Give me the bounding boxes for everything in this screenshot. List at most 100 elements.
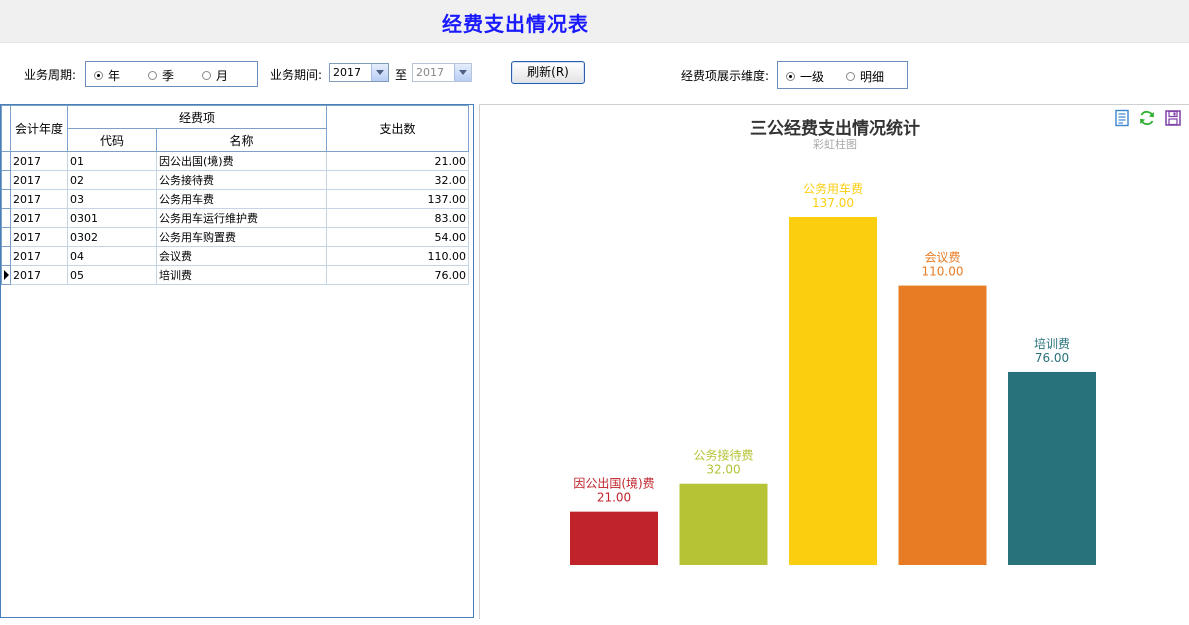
table-row[interactable]: 2017 02 公务接待费 32.00 <box>1 170 469 190</box>
table-row[interactable]: 2017 05 培训费 76.00 <box>1 265 469 285</box>
to-year-value: 2017 <box>416 66 444 79</box>
radio-quarter[interactable]: 季 <box>148 67 174 84</box>
chevron-down-icon[interactable] <box>454 64 471 81</box>
to-year-select[interactable]: 2017 <box>412 63 472 82</box>
refresh-button[interactable]: 刷新(R) <box>511 61 585 84</box>
dimension-radio-group: 一级 明细 <box>777 61 908 89</box>
period-radio-group: 年 季 月 <box>85 61 258 87</box>
cell-name: 公务接待费 <box>156 170 327 190</box>
title-bar: 经费支出情况表 <box>0 0 1189 43</box>
cell-code: 0302 <box>67 227 157 247</box>
cell-amount: 76.00 <box>326 265 469 285</box>
chevron-down-icon[interactable] <box>371 64 388 81</box>
row-indicator[interactable] <box>1 151 11 171</box>
radio-dot <box>94 71 103 80</box>
bar-4[interactable] <box>1008 371 1096 565</box>
cell-code: 0301 <box>67 208 157 228</box>
col-header-year[interactable]: 会计年度 <box>10 105 68 152</box>
cell-code: 04 <box>67 246 157 266</box>
bar-1[interactable] <box>679 483 768 565</box>
bar-category-label: 公务接待费 <box>693 448 753 463</box>
radio-label: 月 <box>216 69 229 83</box>
row-indicator[interactable] <box>1 208 11 228</box>
table-row[interactable]: 2017 04 会议费 110.00 <box>1 246 469 266</box>
cell-amount: 137.00 <box>326 189 469 209</box>
data-view-icon[interactable] <box>1113 109 1131 127</box>
cell-year: 2017 <box>10 170 68 190</box>
col-header-name[interactable]: 名称 <box>156 128 327 152</box>
cell-name: 培训费 <box>156 265 327 285</box>
row-indicator[interactable] <box>1 265 11 285</box>
radio-detail[interactable]: 明细 <box>846 68 884 85</box>
cell-name: 会议费 <box>156 246 327 266</box>
bar-2[interactable] <box>789 217 877 565</box>
cell-year: 2017 <box>10 265 68 285</box>
from-year-select[interactable]: 2017 <box>329 63 389 82</box>
cell-amount: 110.00 <box>326 246 469 266</box>
table-row[interactable]: 2017 0302 公务用车购置费 54.00 <box>1 227 469 247</box>
cell-code: 05 <box>67 265 157 285</box>
page-title: 经费支出情况表 <box>442 12 589 36</box>
radio-label: 明细 <box>860 70 885 84</box>
cell-amount: 83.00 <box>326 208 469 228</box>
bar-category-label: 公务用车费 <box>803 181 863 196</box>
cell-name: 公务用车运行维护费 <box>156 208 327 228</box>
row-indicator[interactable] <box>1 189 11 209</box>
bar-value-label: 137.00 <box>812 196 854 210</box>
cell-amount: 32.00 <box>326 170 469 190</box>
bar-value-label: 76.00 <box>1035 351 1069 365</box>
bar-category-label: 因公出国(境)费 <box>573 476 654 491</box>
row-indicator[interactable] <box>1 227 11 247</box>
row-indicator[interactable] <box>1 170 11 190</box>
bar-category-label: 会议费 <box>924 251 960 265</box>
bar-value-label: 21.00 <box>597 491 631 505</box>
cell-name: 因公出国(境)费 <box>156 151 327 171</box>
table-row[interactable]: 2017 0301 公务用车运行维护费 83.00 <box>1 208 469 228</box>
bar-chart: 因公出国(境)费21.00 公务接待费32.00 公务用车费137.00 会议费110… <box>570 181 1096 565</box>
col-header-item-group: 经费项 <box>67 105 327 129</box>
save-icon[interactable] <box>1164 109 1182 127</box>
radio-dot <box>846 72 855 81</box>
expense-grid-panel: 会计年度 经费项 支出数 代码 名称 2017 01 因公出国(境)费 21.00 20… <box>0 104 474 618</box>
cell-year: 2017 <box>10 208 68 228</box>
refresh-icon[interactable] <box>1138 109 1156 127</box>
radio-dot <box>202 71 211 80</box>
expense-grid: 会计年度 经费项 支出数 代码 名称 2017 01 因公出国(境)费 21.00 20… <box>1 105 469 285</box>
row-header-corner <box>1 105 11 152</box>
range-label: 业务期间: <box>270 68 323 82</box>
bar-0[interactable] <box>570 511 658 565</box>
cell-amount: 21.00 <box>326 151 469 171</box>
radio-month[interactable]: 月 <box>202 67 228 84</box>
cell-code: 03 <box>67 189 157 209</box>
table-row[interactable]: 2017 03 公务用车费 137.00 <box>1 189 469 209</box>
cell-year: 2017 <box>10 246 68 266</box>
cell-year: 2017 <box>10 189 68 209</box>
cell-year: 2017 <box>10 227 68 247</box>
period-label: 业务周期: <box>24 68 77 82</box>
radio-label: 季 <box>162 69 175 83</box>
cell-year: 2017 <box>10 151 68 171</box>
radio-dot <box>148 71 157 80</box>
current-row-arrow-icon <box>4 270 9 280</box>
radio-year[interactable]: 年 <box>94 67 120 84</box>
radio-label: 一级 <box>800 70 825 84</box>
bar-3[interactable] <box>898 285 987 565</box>
row-indicator[interactable] <box>1 246 11 266</box>
to-label: 至 <box>395 68 408 82</box>
bar-value-label: 32.00 <box>706 463 740 477</box>
dimension-label: 经费项展示维度: <box>681 69 770 83</box>
radio-dot <box>786 72 795 81</box>
table-row[interactable]: 2017 01 因公出国(境)费 21.00 <box>1 151 469 171</box>
cell-name: 公务用车费 <box>156 189 327 209</box>
col-header-amount[interactable]: 支出数 <box>326 105 469 152</box>
from-year-value: 2017 <box>333 66 361 79</box>
radio-level1[interactable]: 一级 <box>786 68 824 85</box>
col-header-code[interactable]: 代码 <box>67 128 157 152</box>
cell-amount: 54.00 <box>326 227 469 247</box>
radio-label: 年 <box>108 69 121 83</box>
cell-name: 公务用车购置费 <box>156 227 327 247</box>
chart-panel: 三公经费支出情况统计 彩虹柱图 因公出国(境)费 21.00 公务接待费 32.00 公… <box>479 104 1189 619</box>
cell-code: 02 <box>67 170 157 190</box>
cell-code: 01 <box>67 151 157 171</box>
bar-value-label: 110.00 <box>922 265 964 279</box>
